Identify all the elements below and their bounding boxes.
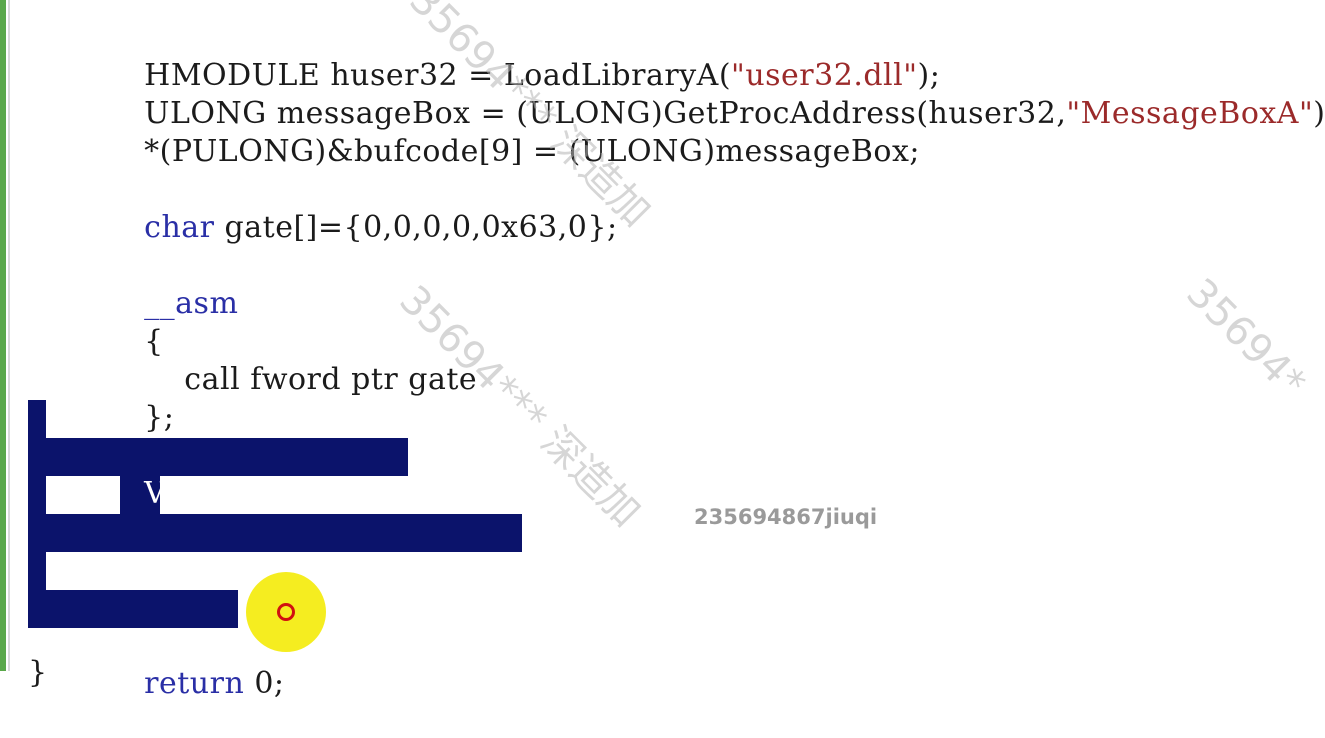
mouse-cursor-icon	[277, 603, 295, 621]
keyword: return	[144, 666, 245, 701]
selection-highlight	[28, 552, 46, 590]
editor-margin-line	[8, 0, 10, 671]
watermark-id: 235694867jiuqi	[694, 505, 878, 529]
keyword: char	[144, 210, 215, 245]
code-text: gate[]={0,0,0,0,0x63,0};	[214, 210, 618, 245]
code-text: call fword ptr gate	[144, 362, 478, 397]
code-line: char gate[]={0,0,0,0,0x63,0};	[104, 174, 618, 245]
change-marker-bar	[0, 0, 6, 671]
code-line: };	[104, 364, 174, 435]
watermark-text: 35694*** 深造加	[390, 277, 650, 536]
code-text: };	[144, 400, 175, 435]
selected-code-line: func = (VOID (*)())0;	[104, 516, 471, 587]
selected-code-line: func();	[104, 592, 248, 663]
code-text: VOID (*func)();	[144, 476, 382, 511]
code-line: {	[104, 288, 164, 359]
selected-code-line: VOID (*func)();	[104, 440, 381, 511]
code-text: );	[1313, 96, 1325, 131]
code-line: __asm	[104, 250, 238, 321]
string-literal: "MessageBoxA"	[1066, 96, 1314, 131]
watermark-text: 35694*	[1177, 270, 1315, 407]
code-line: ULONG messageBox = (ULONG)GetProcAddress…	[104, 60, 1325, 131]
code-text: 0;	[244, 666, 285, 701]
closing-brace: }	[28, 655, 48, 690]
